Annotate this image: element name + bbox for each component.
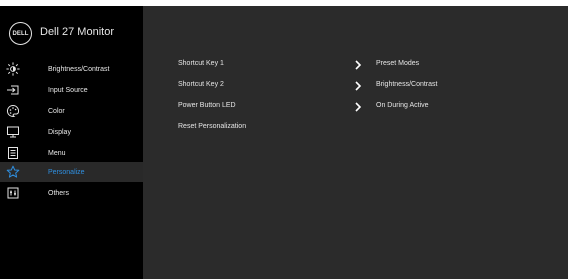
sidebar-item-others[interactable]: Others <box>0 183 143 203</box>
color-palette-icon <box>6 104 20 118</box>
sidebar-item-label: Others <box>48 189 70 197</box>
power-button-led-label[interactable]: Power Button LED <box>178 102 236 109</box>
reset-personalization-button[interactable]: Reset Personalization <box>178 123 246 130</box>
sidebar-item-color[interactable]: Color <box>0 101 143 121</box>
monitor-osd: DELL Dell 27 Monitor Brightness/Contrast… <box>0 6 568 279</box>
sidebar-item-label: Color <box>48 107 65 115</box>
shortcut-key-1-value: Preset Modes <box>376 60 420 67</box>
others-icon <box>6 186 20 200</box>
sidebar-item-input-source[interactable]: Input Source <box>0 80 143 100</box>
sidebar: DELL Dell 27 Monitor Brightness/Contrast… <box>0 6 143 279</box>
sidebar-item-display[interactable]: Display <box>0 122 143 142</box>
input-source-icon <box>6 83 20 97</box>
sidebar-item-label: Brightness/Contrast <box>48 65 110 73</box>
menu-icon <box>6 146 20 160</box>
shortcut-key-1-label[interactable]: Shortcut Key 1 <box>178 60 224 67</box>
sidebar-item-personalize[interactable]: Personalize <box>0 162 143 182</box>
brightness-icon <box>6 62 20 76</box>
dell-logo: DELL <box>9 22 32 45</box>
sidebar-item-label: Display <box>48 128 71 136</box>
personalize-panel <box>143 6 568 279</box>
display-icon <box>6 125 20 139</box>
chevron-right-icon[interactable] <box>354 102 362 112</box>
shortcut-key-2-label[interactable]: Shortcut Key 2 <box>178 81 224 88</box>
chevron-right-icon[interactable] <box>354 81 362 91</box>
monitor-name: Dell 27 Monitor <box>40 26 114 38</box>
shortcut-key-2-value: Brightness/Contrast <box>376 81 438 88</box>
sidebar-item-brightness-contrast[interactable]: Brightness/Contrast <box>0 59 143 79</box>
sidebar-item-label: Input Source <box>48 86 88 94</box>
star-icon <box>6 165 20 179</box>
power-button-led-value: On During Active <box>376 102 429 109</box>
sidebar-item-menu[interactable]: Menu <box>0 143 143 163</box>
chevron-right-icon[interactable] <box>354 60 362 70</box>
sidebar-item-label: Menu <box>48 149 66 157</box>
sidebar-item-label: Personalize <box>48 168 85 176</box>
